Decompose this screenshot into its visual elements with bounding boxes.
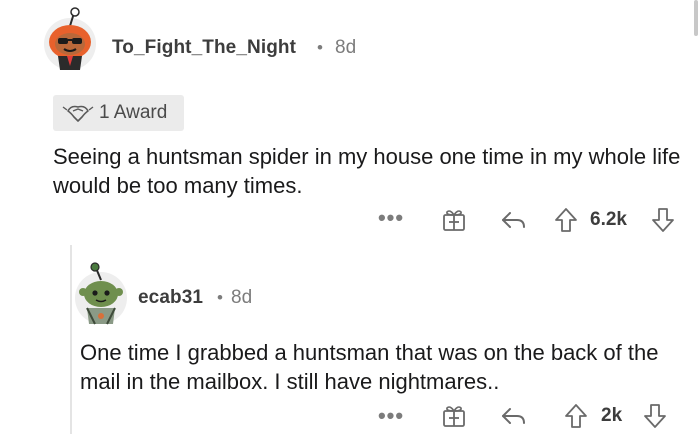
award-icon [62, 105, 94, 122]
upvote-button[interactable] [551, 206, 581, 234]
upvote-button[interactable] [561, 402, 591, 430]
vote-count: 2k [601, 405, 623, 426]
snoo-avatar-icon [49, 7, 91, 70]
gift-icon [443, 210, 465, 231]
comment-age: 8d [231, 287, 253, 308]
reply-icon [502, 408, 525, 424]
avatar[interactable] [75, 262, 127, 325]
snoo-avatar-icon [79, 262, 123, 325]
upvote-arrow-icon [565, 404, 587, 428]
comment-body: One time I grabbed a huntsman that was o… [80, 340, 659, 394]
reply-button[interactable] [498, 206, 528, 234]
give-award-button[interactable] [440, 206, 468, 234]
reply-icon [502, 212, 525, 228]
username[interactable]: To_Fight_The_Night [112, 37, 296, 59]
gift-icon [443, 406, 465, 427]
more-options-button[interactable]: ••• [376, 403, 406, 428]
give-award-button[interactable] [440, 402, 468, 430]
downvote-arrow-icon [652, 208, 674, 232]
meta-separator: • [317, 38, 323, 57]
downvote-button[interactable] [640, 402, 670, 430]
comment-body: Seeing a huntsman spider in my house one… [53, 144, 681, 198]
comment-age: 8d [335, 37, 357, 58]
more-options-button[interactable]: ••• [376, 205, 406, 230]
award-badge[interactable]: 1 Award [53, 95, 184, 131]
avatar[interactable] [44, 7, 96, 70]
scrollbar[interactable] [694, 0, 698, 36]
vote-count: 6.2k [590, 209, 627, 230]
reply-button[interactable] [498, 402, 528, 430]
upvote-arrow-icon [555, 208, 577, 232]
meta-separator: • [217, 288, 223, 307]
award-label: 1 Award [99, 102, 168, 123]
username[interactable]: ecab31 [138, 287, 203, 309]
downvote-button[interactable] [648, 206, 678, 234]
downvote-arrow-icon [644, 404, 666, 428]
